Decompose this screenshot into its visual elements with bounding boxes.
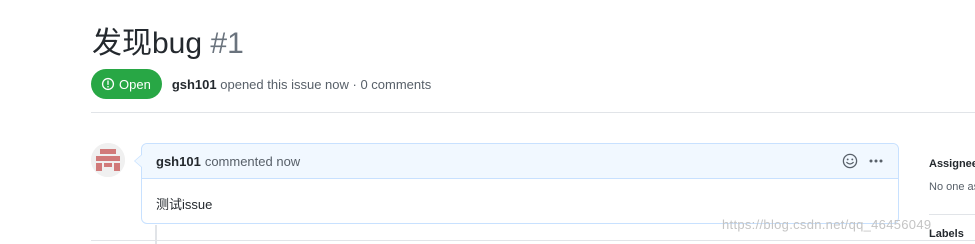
timeline-divider bbox=[91, 240, 975, 241]
issue-title-text: 发现bug bbox=[92, 27, 203, 60]
status-label: Open bbox=[119, 76, 151, 92]
comment-author-link[interactable]: gsh101 bbox=[156, 154, 201, 169]
sidebar-assignees-label[interactable]: Assignees bbox=[929, 158, 975, 170]
kebab-horizontal-icon[interactable] bbox=[868, 153, 884, 169]
smiley-icon[interactable] bbox=[842, 153, 858, 169]
issue-title: 发现bug #1 bbox=[92, 24, 244, 64]
status-badge: Open bbox=[91, 69, 162, 99]
comment-time[interactable]: commented now bbox=[205, 154, 300, 169]
issue-author-link[interactable]: gsh101 bbox=[172, 77, 217, 92]
sidebar-assignees-value: No one assigned bbox=[929, 181, 975, 193]
sidebar-divider bbox=[929, 214, 975, 215]
watermark-text: https://blog.csdn.net/qq_46456049 bbox=[722, 217, 932, 232]
issue-meta-text: gsh101 opened this issue now · 0 comment… bbox=[172, 77, 431, 92]
comment-header: gsh101 commented now bbox=[142, 144, 898, 179]
avatar[interactable] bbox=[91, 143, 125, 177]
issue-number: #1 bbox=[210, 27, 244, 60]
sidebar-labels-label[interactable]: Labels bbox=[929, 228, 964, 240]
comment-actions bbox=[842, 153, 884, 169]
issue-opened-icon bbox=[101, 77, 115, 91]
header-divider bbox=[91, 112, 975, 113]
issue-meta: Open gsh101 opened this issue now · 0 co… bbox=[91, 69, 431, 99]
issue-meta-suffix: opened this issue now · 0 comments bbox=[220, 76, 432, 92]
comment-box: gsh101 commented now 测试issue bbox=[134, 143, 899, 224]
